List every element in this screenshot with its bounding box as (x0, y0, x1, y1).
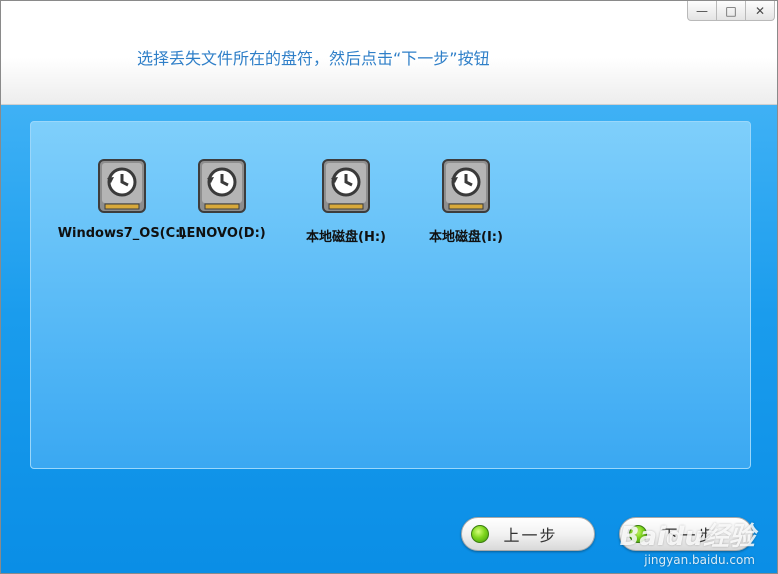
hard-drive-restore-icon (98, 159, 146, 213)
drive-list-panel: Windows7_OS(C:) LENOVO(D:) 本地磁盘(H:) 本地磁盘… (30, 121, 751, 469)
drive-item-d[interactable]: LENOVO(D:) (159, 158, 285, 241)
maximize-icon: □ (725, 3, 737, 18)
wizard-content: Windows7_OS(C:) LENOVO(D:) 本地磁盘(H:) 本地磁盘… (1, 105, 777, 573)
prev-step-button[interactable]: 上一步 (461, 517, 595, 551)
close-button[interactable]: ✕ (745, 1, 775, 21)
instruction-text: 选择丢失文件所在的盘符，然后点击“下一步”按钮 (137, 49, 490, 68)
close-icon: ✕ (754, 3, 766, 18)
minimize-icon: — (696, 3, 708, 18)
prev-step-label: 上一步 (503, 526, 558, 545)
window-controls: — □ ✕ (687, 1, 775, 21)
maximize-button[interactable]: □ (716, 1, 746, 21)
green-dot-icon (471, 525, 489, 543)
drive-label: 本地磁盘(H:) (306, 230, 386, 245)
drive-label: 本地磁盘(I:) (429, 230, 503, 245)
wizard-header: 选择丢失文件所在的盘符，然后点击“下一步”按钮 — □ ✕ (1, 1, 777, 105)
watermark-main: Baidu经验 (619, 522, 755, 552)
hard-drive-restore-icon (198, 159, 246, 213)
hard-drive-restore-icon (442, 159, 490, 213)
watermark-sub: jingyan.baidu.com (644, 553, 755, 567)
minimize-button[interactable]: — (687, 1, 717, 21)
drive-item-i[interactable]: 本地磁盘(I:) (403, 158, 529, 245)
drive-label: LENOVO(D:) (178, 226, 266, 241)
drive-item-h[interactable]: 本地磁盘(H:) (283, 158, 409, 245)
recovery-wizard-window: 选择丢失文件所在的盘符，然后点击“下一步”按钮 — □ ✕ Windows7_O… (0, 0, 778, 574)
baidu-watermark: Baidu经验 jingyan.baidu.com (620, 516, 755, 567)
hard-drive-restore-icon (322, 159, 370, 213)
